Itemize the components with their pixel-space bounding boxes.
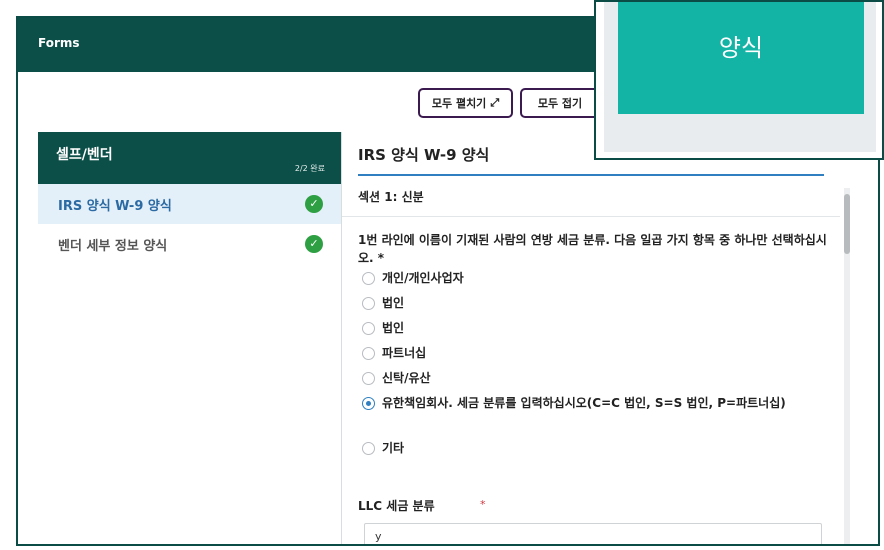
scrollbar-thumb[interactable] <box>844 194 850 254</box>
radio-button-selected[interactable] <box>362 397 375 410</box>
callout-background: 양식 <box>604 2 876 152</box>
sidebar: 셀프/벤더 2/2 완료 IRS 양식 W-9 양식 ✓ 벤더 세부 정보 양식… <box>38 132 342 544</box>
callout-popup: 양식 <box>594 0 884 160</box>
form-panel: IRS 양식 W-9 양식 섹션 1: 신분 1번 라인에 이름이 기재된 사람… <box>342 132 840 544</box>
collapse-all-button[interactable]: 모두 접기 <box>520 88 600 118</box>
radio-option-label: 기타 <box>382 441 405 455</box>
section-header[interactable]: 섹션 1: 신분 <box>358 188 424 205</box>
check-circle-icon: ✓ <box>305 195 323 213</box>
collapse-all-label: 모두 접기 <box>537 97 583 110</box>
radio-option-partnership[interactable]: 파트너십 <box>362 345 426 362</box>
expand-all-label: 모두 펼치기 <box>431 97 487 110</box>
required-marker: * <box>480 498 486 511</box>
forms-tile-label: 양식 <box>718 34 764 62</box>
tax-classification-question: 1번 라인에 이름이 기재된 사람의 연방 세금 분류. 다음 일곱 가지 항목… <box>358 233 827 265</box>
sidebar-title: 셀프/벤더 <box>56 147 113 163</box>
title-underline <box>358 174 824 176</box>
app-title: Forms <box>38 36 80 50</box>
scrollbar[interactable] <box>844 188 850 544</box>
llc-tax-classification-input[interactable] <box>364 523 822 544</box>
radio-option-label: 법인 <box>382 296 405 310</box>
llc-tax-classification-label: LLC 세금 분류 <box>358 499 435 513</box>
sidebar-item-label: IRS 양식 W-9 양식 <box>58 199 172 214</box>
radio-option-label: 신탁/유산 <box>382 371 431 385</box>
radio-button[interactable] <box>362 272 375 285</box>
check-circle-icon: ✓ <box>305 235 323 253</box>
divider <box>342 216 840 217</box>
form-title: IRS 양식 W-9 양식 <box>358 146 490 164</box>
radio-option-trust[interactable]: 신탁/유산 <box>362 370 431 387</box>
radio-option-label: 개인/개인사업자 <box>382 271 464 285</box>
radio-option-llc[interactable]: 유한책임회사. 세금 분류를 입력하십시오(C=C 법인, S=S 법인, P=… <box>362 395 802 412</box>
sidebar-item-vendor-details[interactable]: 벤더 세부 정보 양식 ✓ <box>38 224 341 264</box>
sidebar-header: 셀프/벤더 2/2 완료 <box>38 132 341 184</box>
expand-all-button[interactable]: 모두 펼치기 ⤢ <box>418 88 513 118</box>
radio-button[interactable] <box>362 297 375 310</box>
radio-option-corporation-2[interactable]: 법인 <box>362 320 404 337</box>
radio-button[interactable] <box>362 372 375 385</box>
sidebar-item-label: 벤더 세부 정보 양식 <box>58 239 168 254</box>
radio-option-corporation[interactable]: 법인 <box>362 295 404 312</box>
expand-icon: ⤢ <box>490 96 500 109</box>
radio-button[interactable] <box>362 322 375 335</box>
radio-button[interactable] <box>362 442 375 455</box>
radio-button[interactable] <box>362 347 375 360</box>
forms-tile[interactable]: 양식 <box>618 2 864 114</box>
radio-option-other[interactable]: 기타 <box>362 440 404 457</box>
completion-count: 2/2 완료 <box>294 164 325 173</box>
radio-option-label: 법인 <box>382 321 405 335</box>
radio-option-individual[interactable]: 개인/개인사업자 <box>362 270 464 287</box>
radio-option-label: 파트너십 <box>382 346 427 360</box>
sidebar-item-w9-form[interactable]: IRS 양식 W-9 양식 ✓ <box>38 184 341 224</box>
radio-option-label: 유한책임회사. 세금 분류를 입력하십시오(C=C 법인, S=S 법인, P=… <box>382 396 786 410</box>
